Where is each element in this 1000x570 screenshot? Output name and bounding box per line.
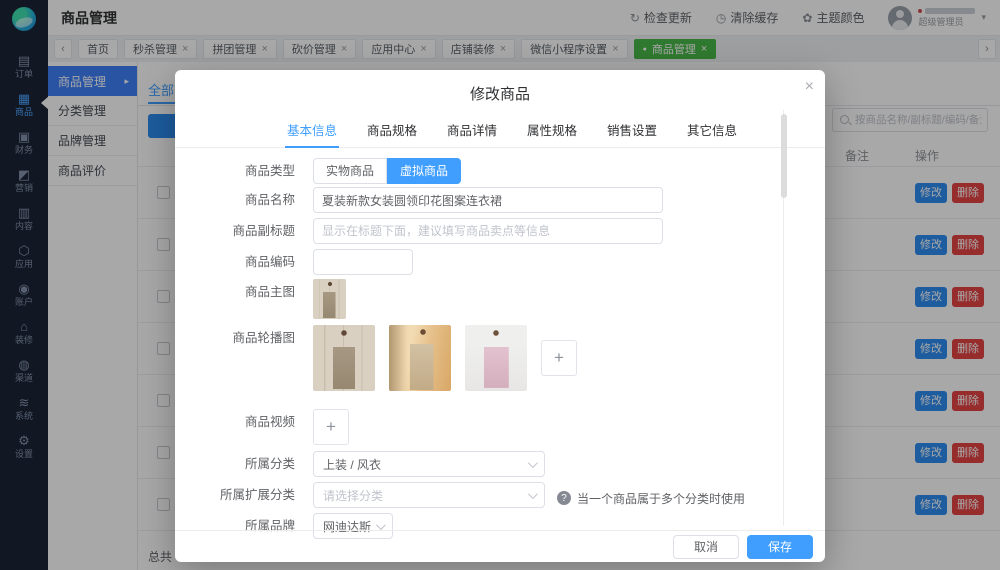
modal-tab-basic-info[interactable]: 基本信息 [285,114,339,148]
add-video-button[interactable]: + [313,409,349,445]
edit-goods-modal: 修改商品 × 基本信息 商品规格 商品详情 属性规格 销售设置 其它信息 商品类… [175,70,825,562]
modal-tab-goods-detail[interactable]: 商品详情 [445,114,499,148]
modal-scrollbar-thumb[interactable] [781,114,787,198]
main-image-thumbnail[interactable] [313,279,346,319]
modal-tab-attr-spec[interactable]: 属性规格 [525,114,579,148]
field-label-video: 商品视频 [213,409,295,445]
ext-category-select[interactable]: 请选择分类 [313,482,545,508]
modal-footer: 取消 保存 [175,530,825,562]
field-label-carousel: 商品轮播图 [213,325,295,391]
field-label-goods-subtitle: 商品副标题 [213,218,295,244]
chevron-down-icon [376,520,386,530]
carousel-image-1[interactable] [313,325,375,391]
help-text: 当一个商品属于多个分类时使用 [577,490,745,507]
add-carousel-image-button[interactable]: + [541,340,577,376]
carousel-images: + [313,325,577,391]
field-label-goods-name: 商品名称 [213,187,295,213]
type-physical-button[interactable]: 实物商品 [313,158,387,184]
type-virtual-button[interactable]: 虚拟商品 [387,158,461,184]
field-label-category: 所属分类 [213,451,295,477]
close-icon[interactable]: × [805,79,814,95]
ext-category-placeholder: 请选择分类 [323,487,383,504]
carousel-image-3[interactable] [465,325,527,391]
modal-tab-other-info[interactable]: 其它信息 [685,114,739,148]
app-window: ▤订单 ▦商品 ▣财务 ◩营销 ▥内容 ⬡应用 ◉账户 ⌂装修 ◍渠道 ≋系统 … [0,0,1000,570]
goods-subtitle-input[interactable] [313,218,663,244]
field-label-main-image: 商品主图 [213,279,295,319]
field-label-goods-type: 商品类型 [213,158,295,184]
field-label-goods-code: 商品编码 [213,249,295,275]
save-button[interactable]: 保存 [747,535,813,559]
category-value: 上装 / 风衣 [323,456,381,473]
chevron-down-icon [528,489,538,499]
goods-code-input[interactable] [313,249,413,275]
ext-category-help: ? 当一个商品属于多个分类时使用 [557,482,745,508]
chevron-down-icon [528,458,538,468]
help-icon[interactable]: ? [557,491,571,505]
modal-tab-sales-settings[interactable]: 销售设置 [605,114,659,148]
goods-type-toggle: 实物商品 虚拟商品 [313,158,461,184]
modal-title: 修改商品 [175,70,825,104]
modal-tab-goods-spec[interactable]: 商品规格 [365,114,419,148]
category-select[interactable]: 上装 / 风衣 [313,451,545,477]
modal-tabs-bar: 基本信息 商品规格 商品详情 属性规格 销售设置 其它信息 [175,114,825,148]
field-label-ext-category: 所属扩展分类 [213,482,295,508]
goods-name-input[interactable] [313,187,663,213]
modal-body: 商品类型 实物商品 虚拟商品 商品名称 商品副标题 商品编码 商品主图 [175,148,825,539]
cancel-button[interactable]: 取消 [673,535,739,559]
carousel-image-2[interactable] [389,325,451,391]
